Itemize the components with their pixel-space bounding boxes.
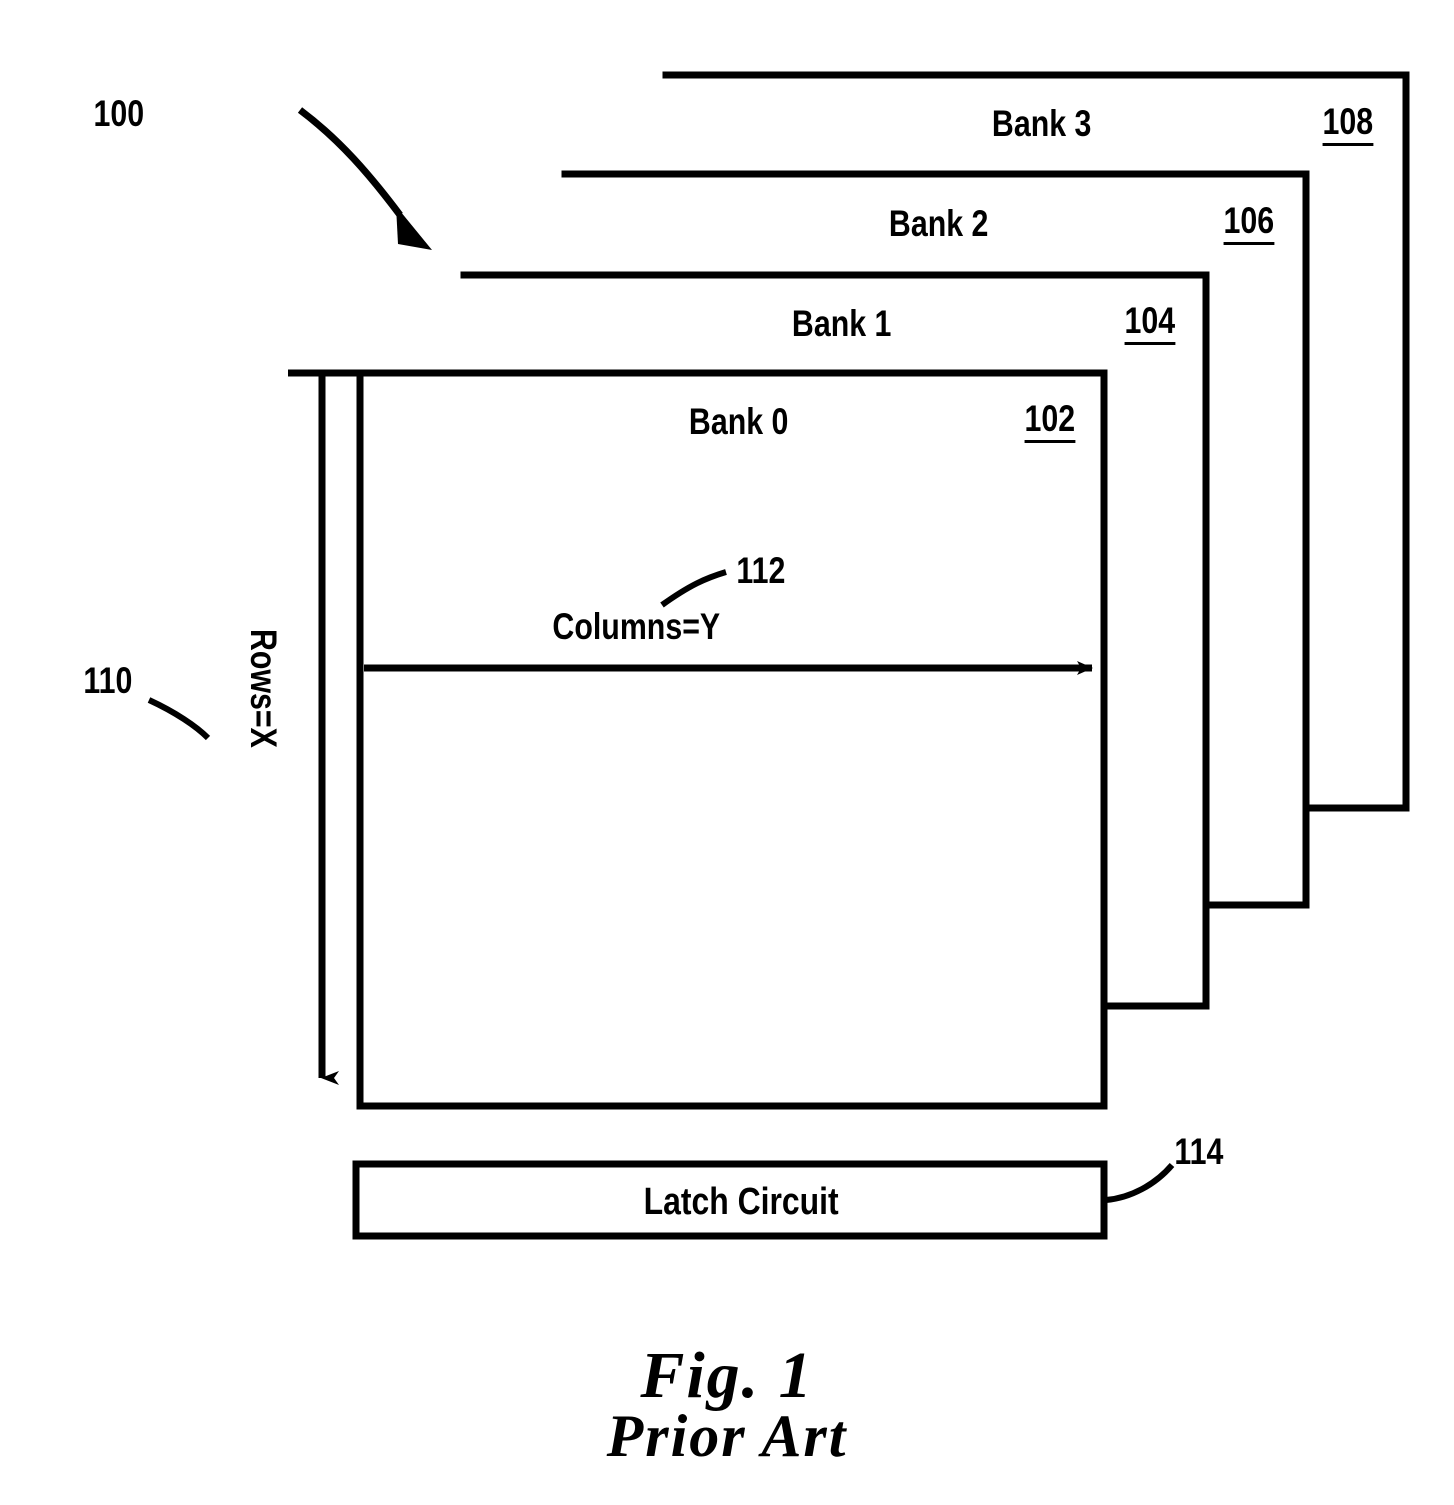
figure-caption: Fig. 1 Prior Art <box>0 1338 1454 1471</box>
assembly-leader-arrowhead <box>396 206 432 250</box>
bank-2-outline <box>561 170 1310 909</box>
latch-ref: 114 <box>1174 1131 1224 1172</box>
rows-axis-label: Rows=X <box>243 629 284 748</box>
bank-3-label: Bank 3 <box>991 103 1092 144</box>
rows-ref: 110 <box>83 660 133 701</box>
bank-0-label: Bank 0 <box>688 401 789 442</box>
columns-leader-line <box>660 569 727 608</box>
latch-leader-line <box>1105 1163 1175 1203</box>
figure-caption-prior-art: Prior Art <box>606 1403 848 1469</box>
latch-circuit-label: Latch Circuit <box>643 1181 839 1223</box>
bank-2-ref: 106 <box>1223 202 1275 245</box>
assembly-ref: 100 <box>93 93 145 134</box>
bank-2-label: Bank 2 <box>888 203 989 244</box>
patent-figure: Bank 3 108 Bank 2 106 Bank 1 104 Bank 0 … <box>0 0 1454 1505</box>
columns-axis-label: Columns=Y <box>552 606 721 647</box>
columns-ref: 112 <box>736 550 786 591</box>
bank-3-ref: 108 <box>1322 103 1374 146</box>
assembly-leader-line <box>297 107 403 218</box>
rows-leader-line <box>147 697 211 741</box>
bank-1-ref: 104 <box>1124 302 1176 345</box>
bank-1-label: Bank 1 <box>791 303 892 344</box>
bank-0-ref: 102 <box>1024 400 1076 443</box>
bank-0-outline <box>356 369 1108 1110</box>
